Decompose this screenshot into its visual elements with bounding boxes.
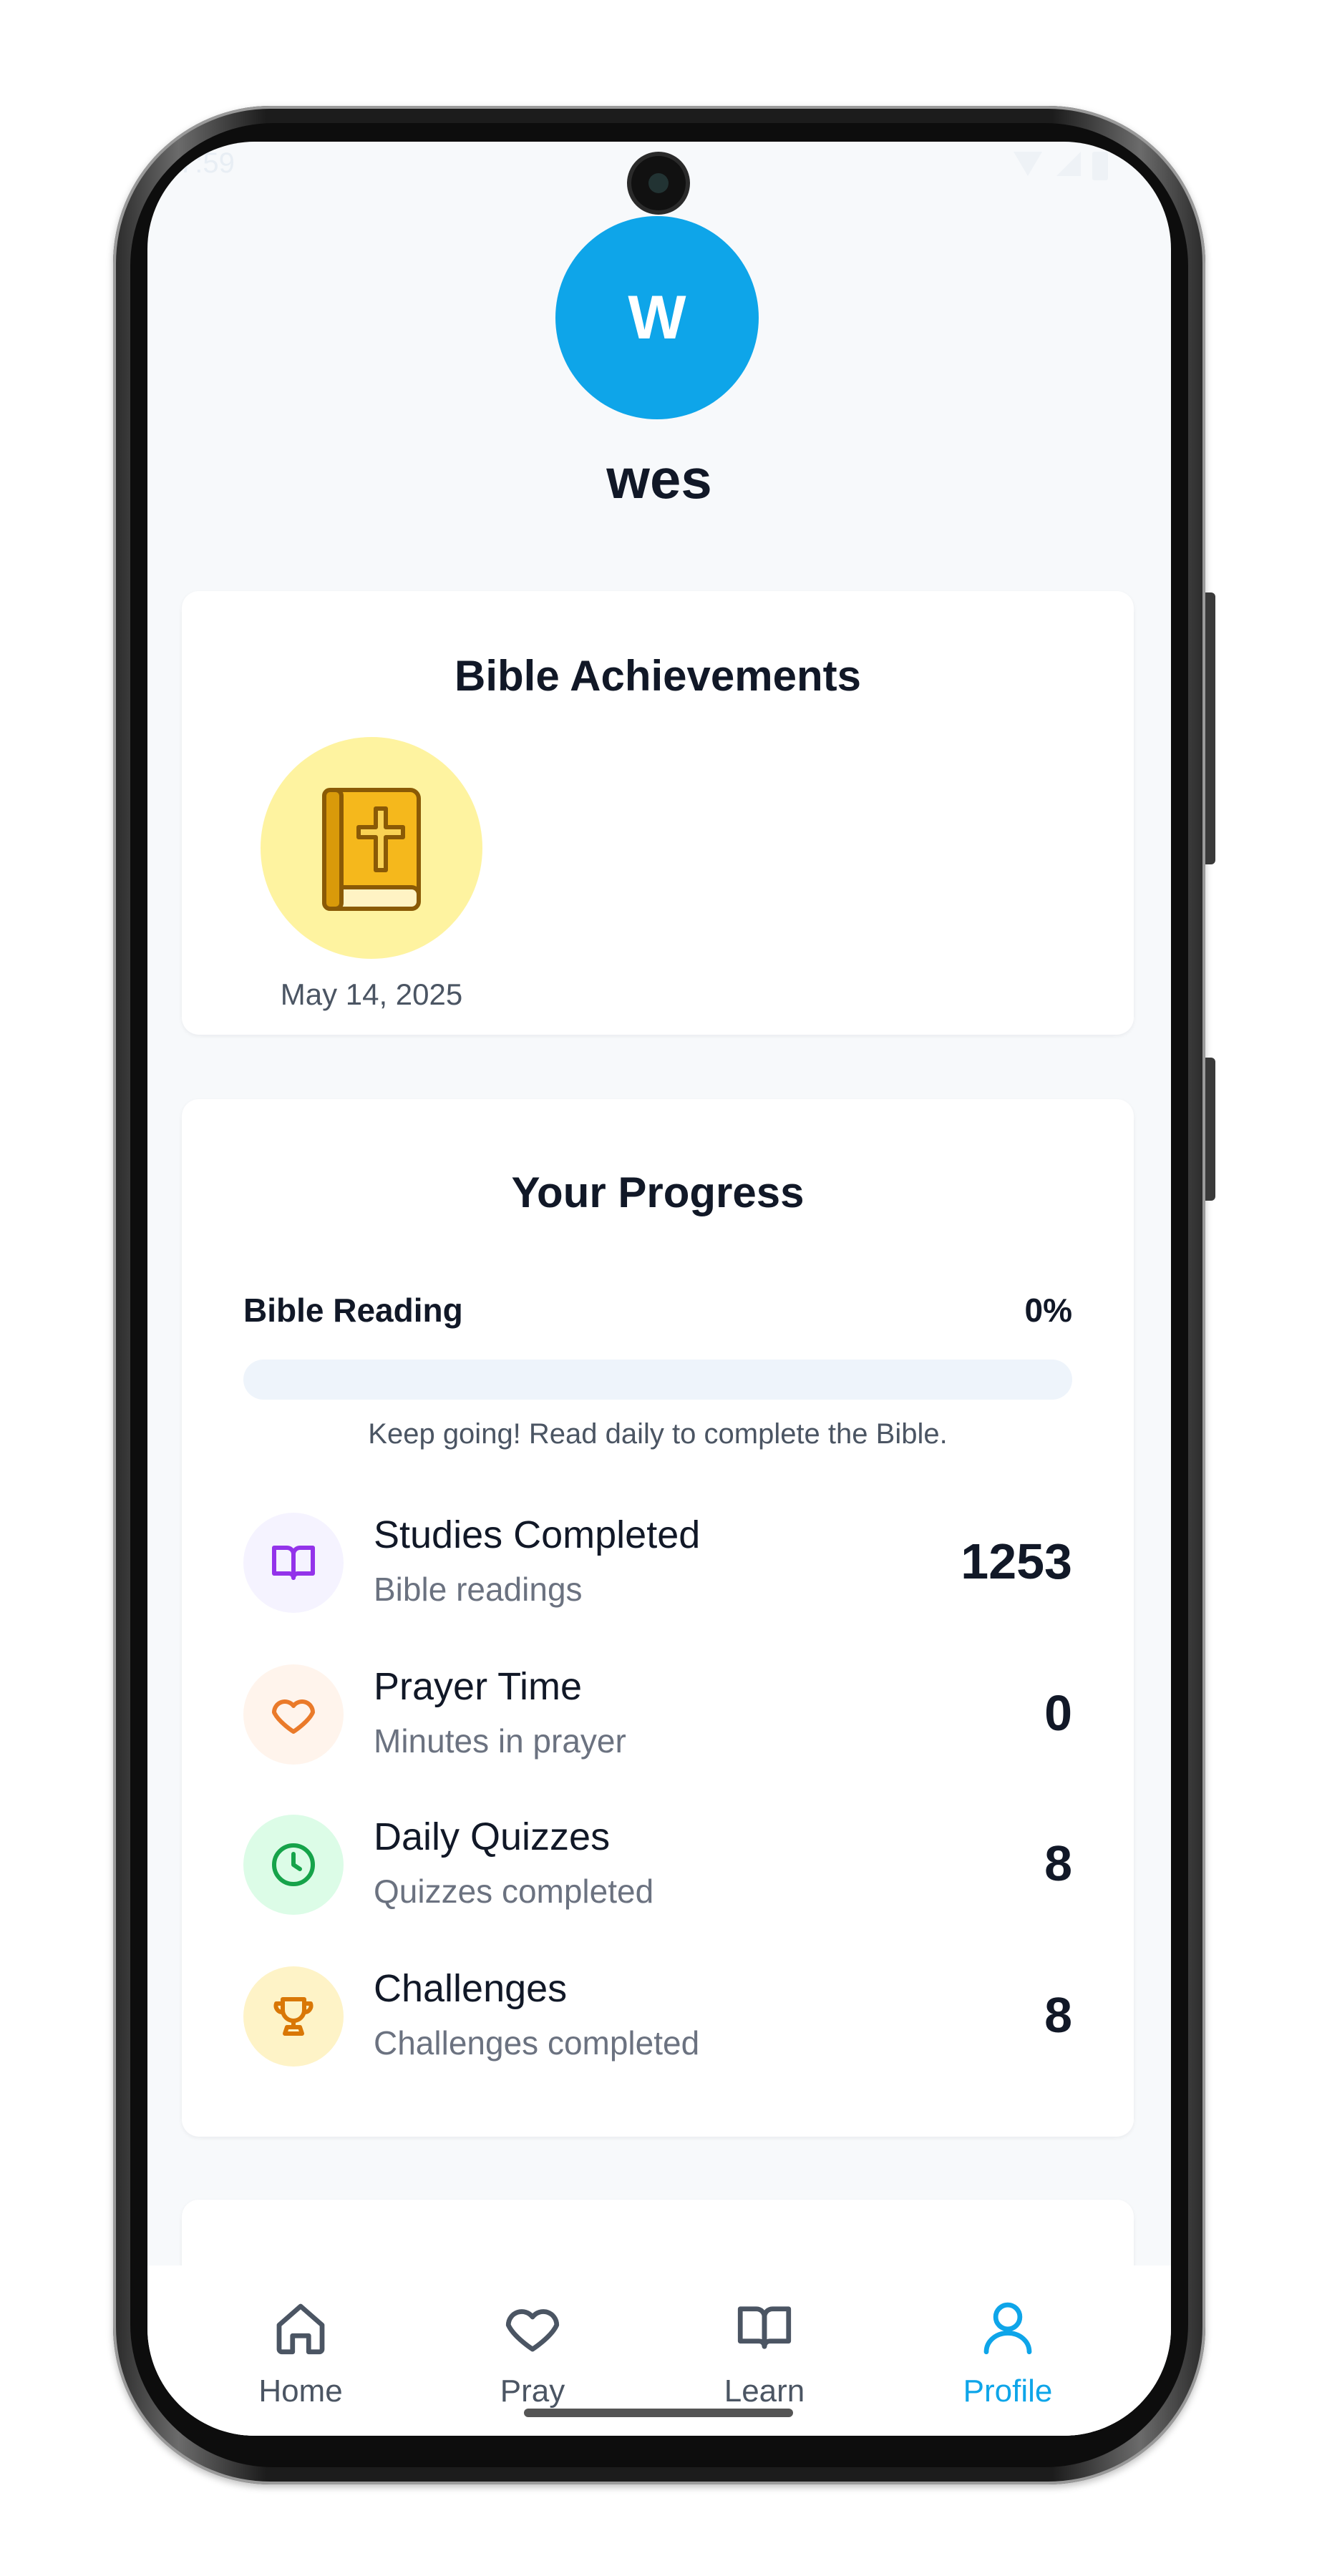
progress-title: Your Progress: [511, 1169, 805, 1216]
stat-title: Studies Completed: [374, 1513, 701, 1556]
nav-label: Learn: [724, 2373, 805, 2409]
front-camera: [631, 156, 686, 210]
bible-reading-percent: 0%: [1024, 1292, 1072, 1329]
stat-title: Challenges: [374, 1967, 568, 2010]
home-icon: [276, 2303, 325, 2355]
stat-subtitle: Quizzes completed: [374, 1873, 654, 1910]
achievements-title: Bible Achievements: [455, 652, 861, 700]
stat-subtitle: Challenges completed: [374, 2024, 700, 2062]
achievements-card: Bible Achievements May 14, 2025: [182, 591, 1134, 1035]
bible-reading-label: Bible Reading: [243, 1292, 463, 1329]
stat-value: 1253: [961, 1533, 1072, 1589]
book-open-icon: [737, 2306, 792, 2349]
clock-icon: [243, 1815, 344, 1915]
stat-title: Prayer Time: [374, 1665, 583, 1708]
stat-row-challenges[interactable]: Challenges Challenges completed 8: [243, 1966, 1072, 2074]
volume-button: [1205, 592, 1215, 864]
nav-label: Home: [258, 2373, 343, 2409]
bottom-nav: Home Pray Learn Profile: [147, 2265, 1171, 2436]
achievement-date: May 14, 2025: [280, 977, 463, 1011]
status-time: 7:59: [179, 147, 235, 179]
nav-home[interactable]: Home: [193, 2296, 408, 2409]
nav-learn[interactable]: Learn: [657, 2296, 872, 2409]
stat-row-studies[interactable]: Studies Completed Bible readings 1253: [243, 1513, 1072, 1620]
trophy-icon: [243, 1966, 344, 2067]
heart-icon: [505, 2309, 560, 2352]
nav-profile[interactable]: Profile: [900, 2296, 1115, 2409]
nav-label: Pray: [500, 2373, 565, 2409]
achievement-badge[interactable]: [261, 737, 482, 959]
heart-icon: [243, 1664, 344, 1765]
nav-label: Profile: [963, 2373, 1053, 2409]
home-indicator[interactable]: [524, 2409, 793, 2417]
stat-title: Daily Quizzes: [374, 1815, 611, 1858]
stat-value: 8: [1044, 1987, 1072, 2043]
wifi-icon: [1014, 152, 1042, 176]
username: wes: [606, 447, 712, 510]
stat-value: 0: [1044, 1685, 1072, 1741]
progress-hint: Keep going! Read daily to complete the B…: [368, 1418, 948, 1450]
stat-row-quizzes[interactable]: Daily Quizzes Quizzes completed 8: [243, 1815, 1072, 1922]
book-icon: [243, 1513, 344, 1613]
battery-icon: [1092, 152, 1108, 180]
app-screen: 7:59 W wes Bible Achievements May 14, 20…: [147, 142, 1171, 2436]
progress-card: Your Progress Bible Reading 0% Keep goin…: [182, 1099, 1134, 2137]
power-button: [1205, 1058, 1215, 1201]
nav-pray[interactable]: Pray: [425, 2296, 640, 2409]
bible-icon: [322, 788, 421, 911]
stat-subtitle: Bible readings: [374, 1571, 583, 1608]
user-icon: [983, 2302, 1032, 2355]
signal-icon: [1056, 152, 1081, 176]
avatar[interactable]: W: [555, 216, 759, 419]
stat-subtitle: Minutes in prayer: [374, 1722, 626, 1760]
stat-row-prayer[interactable]: Prayer Time Minutes in prayer 0: [243, 1664, 1072, 1772]
bible-reading-progress-bar: [243, 1360, 1072, 1400]
status-icons: [1014, 152, 1121, 180]
stat-value: 8: [1044, 1835, 1072, 1891]
